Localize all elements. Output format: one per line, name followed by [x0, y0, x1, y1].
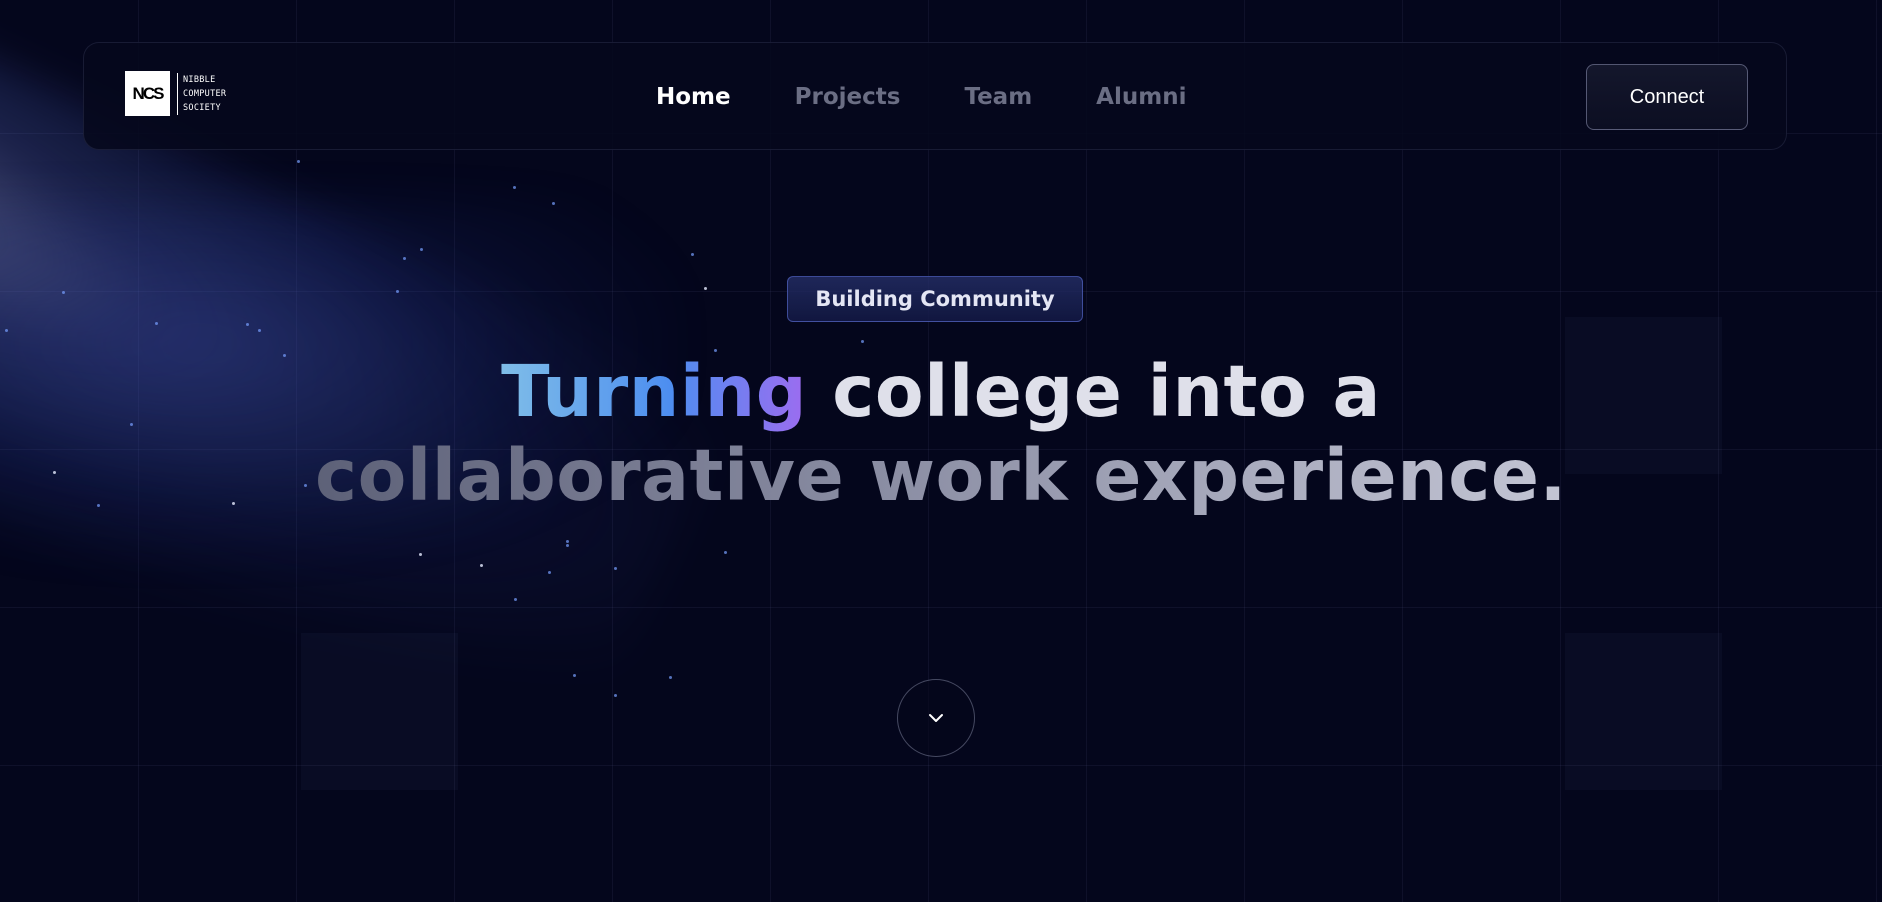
logo-wordmark: NIBBLE COMPUTER SOCIETY: [177, 72, 227, 115]
grid-cell-highlight: [1565, 633, 1722, 790]
hero-headline-line2: collaborative work experience.: [0, 434, 1882, 517]
logo-line: NIBBLE: [183, 74, 216, 85]
chevron-down-icon: [929, 714, 943, 722]
top-navbar: NCS NIBBLE COMPUTER SOCIETY Home Project…: [83, 42, 1787, 150]
nav-link-home[interactable]: Home: [656, 84, 731, 110]
ncs-logo[interactable]: NCS NIBBLE COMPUTER SOCIETY: [125, 71, 226, 116]
nav-link-alumni[interactable]: Alumni: [1096, 84, 1186, 110]
hero-badge: Building Community: [787, 276, 1083, 322]
connect-button[interactable]: Connect: [1586, 64, 1748, 130]
landing-page: NCS NIBBLE COMPUTER SOCIETY Home Project…: [0, 0, 1882, 902]
scroll-down-button[interactable]: [897, 679, 975, 757]
nav-link-team[interactable]: Team: [964, 84, 1032, 110]
hero-headline-line1: Turning college into a: [0, 350, 1882, 433]
logo-line: SOCIETY: [183, 102, 221, 113]
headline-highlight: Turning: [501, 350, 808, 433]
headline-line1-rest: college into a: [807, 350, 1381, 433]
logo-line: COMPUTER: [183, 88, 227, 99]
headline-line2-text: collaborative work experience.: [315, 434, 1567, 517]
logo-mark: NCS: [125, 71, 170, 116]
nav-links: Home Projects Team Alumni: [656, 43, 1250, 151]
nav-link-projects[interactable]: Projects: [795, 84, 901, 110]
